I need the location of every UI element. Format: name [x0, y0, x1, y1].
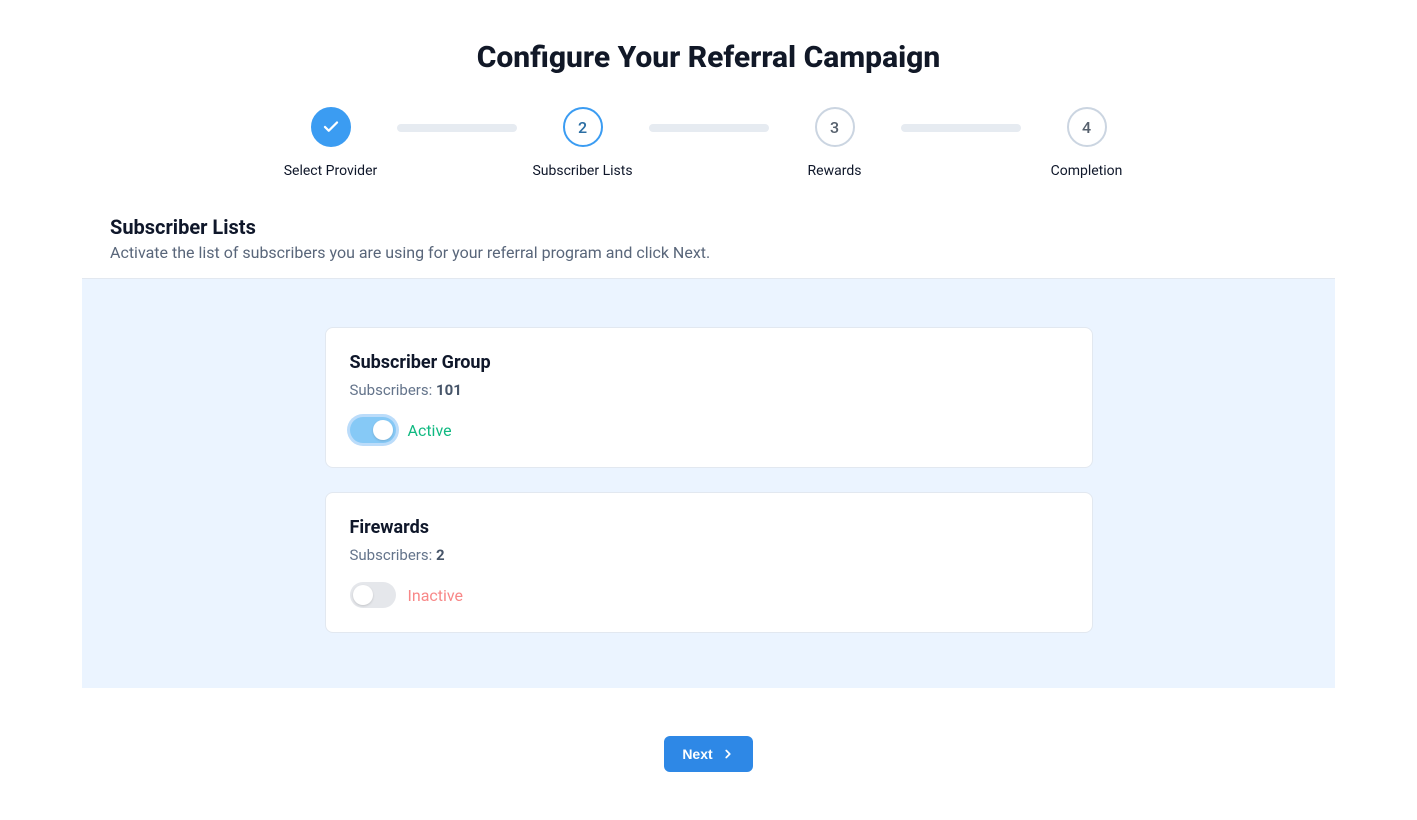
- list-subscriber-count: Subscribers: 101: [350, 381, 1068, 399]
- cards-container: Subscriber Group Subscribers: 101 Active…: [325, 327, 1093, 633]
- page-title: Configure Your Referral Campaign: [0, 40, 1417, 75]
- list-subscriber-count: Subscribers: 2: [350, 546, 1068, 564]
- chevron-right-icon: [721, 747, 735, 761]
- step-circle-1: [311, 107, 351, 147]
- section-description: Activate the list of subscribers you are…: [110, 243, 1393, 262]
- section-header: Subscriber Lists Activate the list of su…: [0, 215, 1417, 262]
- subscriber-list-card: Firewards Subscribers: 2 Inactive: [325, 492, 1093, 633]
- step-completion: 4 Completion: [1037, 107, 1137, 179]
- active-toggle[interactable]: [350, 582, 396, 608]
- section-title: Subscriber Lists: [110, 215, 1393, 239]
- status-label: Active: [408, 421, 452, 440]
- check-icon: [322, 118, 340, 136]
- toggle-knob: [353, 585, 373, 605]
- list-name: Firewards: [350, 517, 1068, 538]
- active-toggle[interactable]: [350, 417, 396, 443]
- subscriber-list-card: Subscriber Group Subscribers: 101 Active: [325, 327, 1093, 468]
- step-circle-4: 4: [1067, 107, 1107, 147]
- step-select-provider: Select Provider: [281, 107, 381, 179]
- toggle-row: Inactive: [350, 582, 1068, 608]
- subscribers-value: 2: [436, 546, 445, 564]
- step-rewards: 3 Rewards: [785, 107, 885, 179]
- next-button[interactable]: Next: [664, 736, 752, 772]
- subscribers-label: Subscribers:: [350, 546, 436, 564]
- next-button-label: Next: [682, 746, 712, 762]
- step-connector: [901, 124, 1021, 132]
- list-name: Subscriber Group: [350, 352, 1068, 373]
- status-label: Inactive: [408, 586, 464, 605]
- step-subscriber-lists: 2 Subscriber Lists: [533, 107, 633, 179]
- subscribers-value: 101: [436, 381, 462, 399]
- lists-panel: Subscriber Group Subscribers: 101 Active…: [82, 278, 1335, 688]
- step-label-2: Subscriber Lists: [532, 163, 632, 179]
- step-connector: [649, 124, 769, 132]
- step-circle-2: 2: [563, 107, 603, 147]
- step-label-4: Completion: [1051, 163, 1123, 179]
- toggle-knob: [373, 420, 393, 440]
- stepper: Select Provider 2 Subscriber Lists 3 Rew…: [0, 107, 1417, 179]
- step-label-3: Rewards: [808, 163, 862, 179]
- step-label-1: Select Provider: [284, 163, 378, 179]
- footer: Next: [0, 688, 1417, 820]
- toggle-row: Active: [350, 417, 1068, 443]
- subscribers-label: Subscribers:: [350, 381, 436, 399]
- step-connector: [397, 124, 517, 132]
- step-circle-3: 3: [815, 107, 855, 147]
